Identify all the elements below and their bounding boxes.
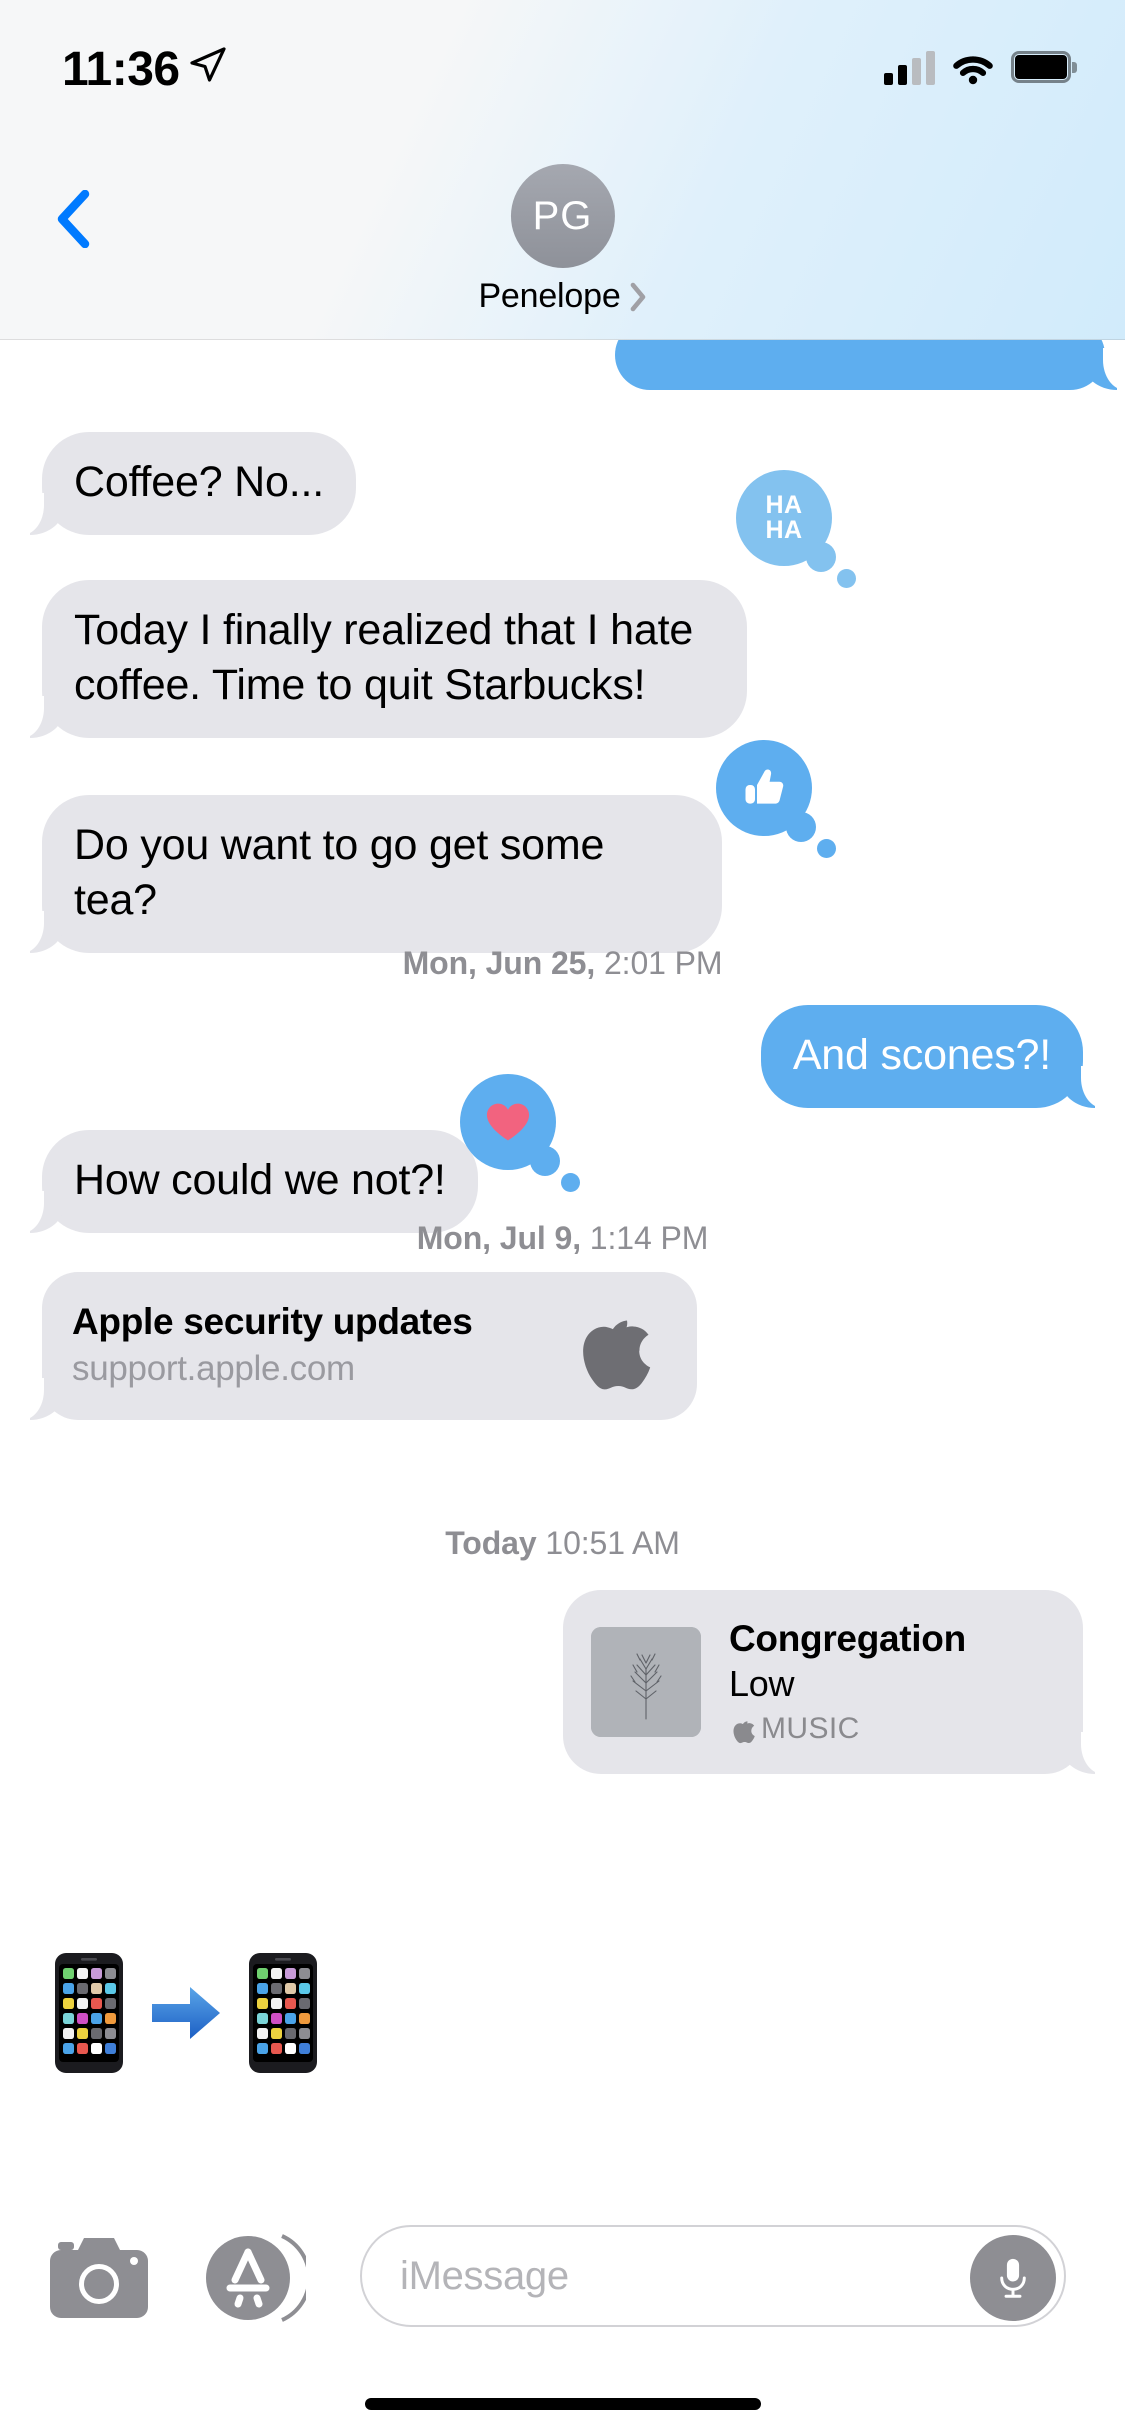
emoji-message[interactable] — [54, 1952, 318, 2074]
tapback-haha-line1: HA — [765, 491, 803, 519]
thumbs-up-icon — [745, 769, 784, 804]
message-text: Today I finally realized that I hate cof… — [74, 606, 694, 709]
timestamp-time: 2:01 PM — [595, 945, 723, 981]
app-store-icon — [206, 2234, 312, 2322]
tapback-tail-small — [817, 839, 836, 858]
bare-tree-album-art — [591, 1627, 701, 1737]
chevron-right-icon — [630, 282, 645, 311]
status-bar-time: 11:36 — [62, 43, 180, 96]
camera-icon — [50, 2238, 148, 2318]
apple-music-card[interactable]: Congregation Low MUSIC — [563, 1590, 1107, 1774]
heart-icon — [486, 1103, 530, 1141]
tapback-haha-line2: HA — [765, 516, 803, 544]
contact-name-row[interactable]: Penelope — [478, 277, 646, 316]
app-store-button[interactable] — [196, 2228, 312, 2328]
message-list[interactable]: Coffee? No... Today I finally realized t… — [0, 320, 1125, 2178]
link-preview-url: support.apple.com — [72, 1349, 355, 1388]
cellular-signal-icon — [884, 51, 935, 85]
emoji-message-row[interactable] — [54, 1952, 318, 2074]
message-row[interactable]: Today I finally realized that I hate cof… — [18, 580, 747, 738]
battery-full-icon — [1011, 51, 1077, 85]
status-bar-indicators — [884, 46, 1077, 90]
microphone-icon — [1000, 2258, 1026, 2298]
tapback-tail-large — [530, 1146, 560, 1176]
message-row[interactable]: And scones?! — [760, 1005, 1108, 1108]
wifi-icon — [953, 56, 993, 85]
tapback-haha[interactable]: HA HA — [736, 470, 856, 588]
apple-logo-icon — [733, 1721, 755, 1744]
message-row[interactable]: Coffee? No... — [18, 432, 356, 535]
tapback-tail-large — [786, 812, 816, 842]
apple-logo-icon — [583, 1320, 651, 1390]
back-button[interactable] — [28, 174, 118, 264]
message-text: And scones?! — [792, 1031, 1051, 1079]
tapback-tail-large — [806, 542, 836, 572]
header: 11:36 PG Penelope — [0, 0, 1125, 340]
tapback-tail-small — [561, 1173, 580, 1192]
timestamp-separator: Mon, Jun 25, 2:01 PM — [0, 945, 1125, 982]
contact-header[interactable]: PG Penelope — [478, 164, 646, 316]
back-chevron-icon — [57, 190, 90, 248]
link-preview-row[interactable]: Apple security updates support.apple.com — [18, 1272, 697, 1420]
music-title: Congregation — [729, 1618, 966, 1659]
location-arrow-icon — [190, 47, 226, 82]
message-bubble-incoming[interactable]: Coffee? No... — [18, 432, 356, 535]
link-preview-title: Apple security updates — [72, 1301, 473, 1342]
tapback-thumbs-up[interactable] — [716, 740, 836, 858]
message-text: How could we not?! — [74, 1156, 446, 1204]
message-input-placeholder: iMessage — [400, 2253, 569, 2298]
camera-button[interactable] — [44, 2228, 154, 2324]
contact-name: Penelope — [478, 277, 621, 315]
timestamp-date: Mon, Jun 25, — [402, 945, 596, 981]
mobile-phone-emoji — [55, 1953, 123, 2073]
timestamp-time: 1:14 PM — [580, 1220, 709, 1256]
timestamp-separator: Mon, Jul 9, 1:14 PM — [0, 1220, 1125, 1257]
message-bubble-incoming[interactable]: Do you want to go get some tea? — [18, 795, 722, 953]
message-row[interactable]: How could we not?! — [18, 1130, 478, 1233]
tapback-tail-small — [837, 569, 856, 588]
music-card-row[interactable]: Congregation Low MUSIC — [563, 1590, 1107, 1774]
timestamp-separator: Today 10:51 AM — [0, 1525, 1125, 1562]
music-service-row: MUSIC — [729, 1712, 966, 1746]
music-metadata: Congregation Low MUSIC — [729, 1618, 966, 1746]
avatar-initials: PG — [532, 193, 593, 238]
avatar[interactable]: PG — [510, 164, 615, 268]
message-text: Coffee? No... — [74, 458, 324, 506]
home-indicator — [364, 2398, 761, 2410]
link-preview-card[interactable]: Apple security updates support.apple.com — [18, 1272, 697, 1420]
message-row[interactable]: Do you want to go get some tea? — [18, 795, 722, 953]
timestamp-date: Today — [445, 1525, 537, 1561]
timestamp-time: 10:51 AM — [536, 1525, 680, 1561]
message-bubble-incoming[interactable]: How could we not?! — [18, 1130, 478, 1233]
music-service-label: MUSIC — [761, 1712, 860, 1745]
message-input-bar: iMessage — [0, 2178, 1125, 2436]
microphone-button[interactable] — [970, 2235, 1056, 2321]
music-artist: Low — [729, 1663, 795, 1704]
message-bubble-outgoing[interactable]: And scones?! — [760, 1005, 1108, 1108]
right-arrow-emoji — [152, 1987, 220, 2039]
album-artwork — [591, 1627, 701, 1737]
imessage-conversation-screen: 11:36 PG Penelope Coffee? No... Today I … — [0, 0, 1125, 2436]
message-input-field[interactable]: iMessage — [360, 2225, 1066, 2327]
mobile-phone-emoji — [249, 1953, 317, 2073]
message-text: Do you want to go get some tea? — [74, 821, 605, 924]
navigation-bar: PG Penelope — [0, 132, 1125, 339]
link-preview-text: Apple security updates support.apple.com — [72, 1301, 473, 1389]
message-bubble-incoming[interactable]: Today I finally realized that I hate cof… — [18, 580, 747, 738]
tapback-heart[interactable] — [460, 1074, 580, 1192]
status-bar: 11:36 — [0, 0, 1125, 132]
timestamp-date: Mon, Jul 9, — [416, 1220, 581, 1256]
